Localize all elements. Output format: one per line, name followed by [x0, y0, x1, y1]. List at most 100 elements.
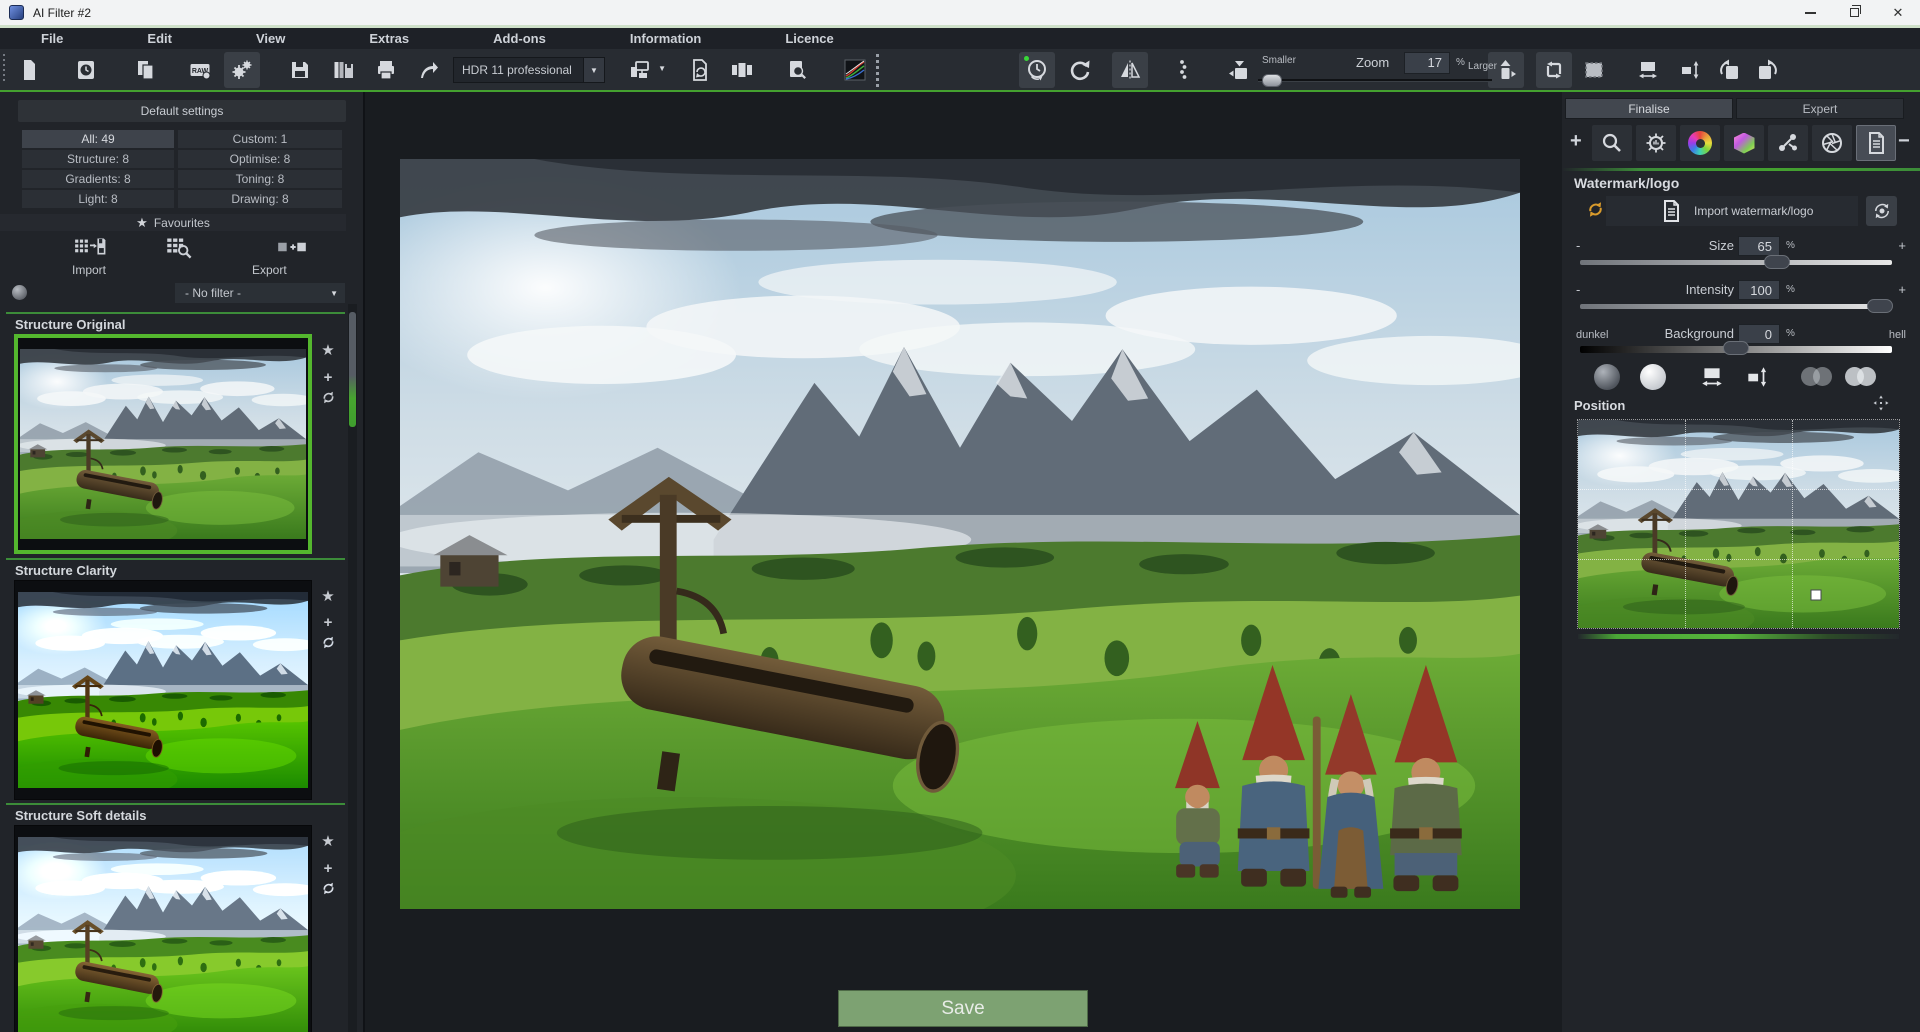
filter-dropdown[interactable]: - No filter - ▼: [175, 283, 345, 303]
curves-histogram-button[interactable]: [837, 52, 873, 88]
sphere-dark-icon[interactable]: [1594, 364, 1620, 390]
overlay-soft-icon[interactable]: [1800, 364, 1836, 390]
tab-finalise[interactable]: Finalise: [1565, 98, 1733, 119]
toolbar-grip[interactable]: [3, 54, 5, 84]
redo-button[interactable]: [1062, 52, 1098, 88]
add-icon[interactable]: +: [318, 367, 338, 387]
square-plus-square-icon[interactable]: [275, 234, 309, 265]
stretch-width-icon[interactable]: [1698, 364, 1726, 395]
mask-selection-button[interactable]: [1576, 52, 1612, 88]
new-file-button[interactable]: [11, 52, 47, 88]
favourite-star-icon[interactable]: ★: [318, 831, 338, 851]
menu-licence[interactable]: Licence: [785, 31, 833, 46]
intensity-slider-thumb[interactable]: [1867, 299, 1893, 313]
position-preview[interactable]: [1578, 420, 1899, 628]
background-slider[interactable]: [1580, 346, 1892, 353]
document-search-button[interactable]: [779, 52, 815, 88]
adjust-width-button[interactable]: [1630, 52, 1666, 88]
filter-thumbnail[interactable]: [14, 334, 312, 554]
rotate-right-button[interactable]: [1750, 52, 1786, 88]
add-icon[interactable]: +: [318, 858, 338, 878]
category-custom-1[interactable]: Custom: 1: [178, 130, 342, 148]
zoom-slider[interactable]: [1258, 79, 1492, 82]
print-button[interactable]: [368, 52, 404, 88]
refresh-icon[interactable]: [318, 878, 338, 898]
grid-to-disk-icon[interactable]: [73, 234, 107, 265]
move-icon[interactable]: [1872, 394, 1890, 417]
raw-develop-button[interactable]: [182, 52, 218, 88]
refresh-icon[interactable]: [318, 633, 338, 653]
document-sync-button[interactable]: [682, 52, 718, 88]
refresh-icon[interactable]: [318, 387, 338, 407]
category-structure-8[interactable]: Structure: 8: [22, 150, 174, 168]
menu-information[interactable]: Information: [630, 31, 702, 46]
watermark-position-marker[interactable]: [1810, 589, 1821, 600]
add-icon[interactable]: +: [1570, 130, 1582, 153]
zoom-search-icon[interactable]: [1592, 125, 1632, 161]
watermark-document-icon[interactable]: [1856, 125, 1896, 161]
export-label[interactable]: Export: [252, 263, 287, 277]
favourites-bar[interactable]: ★ Favourites: [0, 214, 346, 231]
category-toning-8[interactable]: Toning: 8: [178, 170, 342, 188]
size-plus-button[interactable]: +: [1898, 238, 1906, 253]
background-slider-thumb[interactable]: [1723, 341, 1749, 355]
intensity-slider[interactable]: [1580, 304, 1892, 309]
import-label[interactable]: Import: [72, 263, 106, 277]
bracketing-button[interactable]: [724, 52, 760, 88]
favourite-star-icon[interactable]: ★: [318, 340, 338, 360]
default-settings-button[interactable]: Default settings: [18, 100, 346, 122]
aperture-icon[interactable]: [1812, 125, 1852, 161]
save-book-button[interactable]: [326, 52, 362, 88]
filter-list-scrollbar[interactable]: [348, 304, 357, 1032]
import-watermark-label[interactable]: Import watermark/logo: [1694, 204, 1813, 218]
settings-gear-icon[interactable]: [1636, 125, 1676, 161]
size-slider-thumb[interactable]: [1764, 255, 1790, 269]
workflow-button[interactable]: ▼: [622, 52, 658, 88]
crop-rotate-button[interactable]: [1536, 52, 1572, 88]
remove-icon[interactable]: −: [1898, 130, 1910, 153]
menu-edit[interactable]: Edit: [147, 31, 172, 46]
save-button[interactable]: Save: [838, 990, 1088, 1027]
preset-dropdown[interactable]: HDR 11 professional ▼: [453, 57, 605, 83]
size-slider[interactable]: [1580, 260, 1892, 265]
share-export-button[interactable]: [411, 52, 447, 88]
add-icon[interactable]: +: [318, 613, 338, 633]
history-button[interactable]: [68, 52, 104, 88]
zoom-out-step-button[interactable]: [1221, 52, 1257, 88]
save-project-button[interactable]: [282, 52, 318, 88]
menu-extras[interactable]: Extras: [369, 31, 409, 46]
copy-settings-button[interactable]: [128, 52, 164, 88]
intensity-value-input[interactable]: 100: [1738, 280, 1780, 300]
favourite-star-icon[interactable]: ★: [318, 586, 338, 606]
sphere-light-icon[interactable]: [1640, 364, 1666, 390]
size-minus-button[interactable]: -: [1576, 238, 1580, 253]
category-all-49[interactable]: All: 49: [22, 130, 174, 148]
tone-nodes-icon[interactable]: [1768, 125, 1808, 161]
filter-thumbnail[interactable]: [14, 580, 312, 800]
stretch-height-icon[interactable]: [1744, 364, 1770, 395]
category-optimise-8[interactable]: Optimise: 8: [178, 150, 342, 168]
restore-button[interactable]: [1832, 0, 1876, 25]
category-gradients-8[interactable]: Gradients: 8: [22, 170, 174, 188]
overlay-hard-icon[interactable]: [1844, 364, 1880, 390]
grid-search-icon[interactable]: [163, 234, 197, 265]
chevron-down-icon[interactable]: ▼: [583, 58, 604, 82]
close-button[interactable]: ✕: [1876, 0, 1920, 25]
timer-button[interactable]: [1019, 52, 1055, 88]
rotate-left-button[interactable]: [1711, 52, 1747, 88]
sync-preview-button[interactable]: [1866, 196, 1897, 226]
scrollbar-thumb[interactable]: [349, 312, 356, 427]
tab-expert[interactable]: Expert: [1736, 98, 1904, 119]
category-light-8[interactable]: Light: 8: [22, 190, 174, 208]
menu-addons[interactable]: Add-ons: [493, 31, 546, 46]
adjust-height-button[interactable]: [1672, 52, 1708, 88]
size-value-input[interactable]: 65: [1738, 236, 1780, 256]
intensity-plus-button[interactable]: +: [1898, 282, 1906, 297]
category-drawing-8[interactable]: Drawing: 8: [178, 190, 342, 208]
menu-view[interactable]: View: [256, 31, 285, 46]
color-wheel-icon[interactable]: [1680, 125, 1720, 161]
minimize-button[interactable]: [1788, 0, 1832, 25]
handle-dots-button[interactable]: [1165, 52, 1201, 88]
flip-horizontal-button[interactable]: [1112, 52, 1148, 88]
main-image[interactable]: [400, 159, 1520, 909]
